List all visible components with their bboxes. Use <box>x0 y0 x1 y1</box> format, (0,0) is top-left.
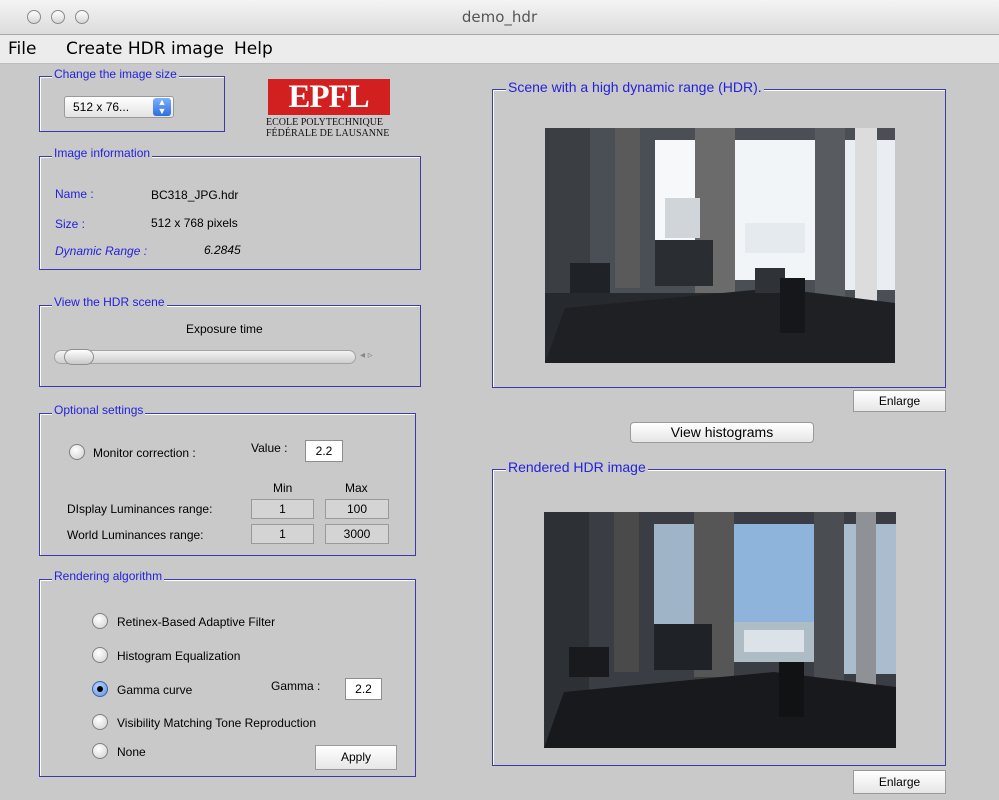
min-column-label: Min <box>273 481 293 495</box>
hdr-view-legend: View the HDR scene <box>52 295 167 309</box>
logo-line-1: ECOLE POLYTECHNIQUE <box>266 117 384 128</box>
exposure-label: Exposure time <box>186 322 263 336</box>
enlarge-rendered-button[interactable]: Enlarge <box>853 770 946 794</box>
image-info-legend: Image information <box>52 146 153 160</box>
hdr-scene-legend: Scene with a high dynamic range (HDR). <box>506 79 764 95</box>
menu-create-hdr[interactable]: Create HDR image <box>66 39 224 59</box>
select-arrows-icon: ▲ ▼ <box>153 98 171 116</box>
slider-step-arrows-icon[interactable]: ◂ ▹ <box>360 350 373 361</box>
image-size-selected: 512 x 76... <box>73 100 130 114</box>
view-histograms-button[interactable]: View histograms <box>630 422 814 443</box>
enlarge-hdr-button[interactable]: Enlarge <box>853 390 946 412</box>
logo-line-2: FÉDÉRALE DE LAUSANNE <box>266 128 390 139</box>
hdr-view-panel <box>39 305 421 387</box>
window-title: demo_hdr <box>461 8 538 26</box>
epfl-logo: EPFL ECOLE POLYTECHNIQUE FÉDÉRALE DE LAU… <box>266 77 391 139</box>
monitor-correction-label: Monitor correction : <box>93 446 196 460</box>
option-gamma-label: Gamma curve <box>117 683 193 697</box>
display-min-field[interactable]: 1 <box>251 499 314 519</box>
radio-visibility-matching[interactable] <box>92 714 108 730</box>
dynamic-range-value: 6.2845 <box>204 243 241 257</box>
optional-settings-legend: Optional settings <box>52 403 146 417</box>
size-label: Size : <box>55 217 86 231</box>
max-column-label: Max <box>345 481 368 495</box>
radio-none[interactable] <box>92 743 108 759</box>
image-size-legend: Change the image size <box>52 67 179 81</box>
rendering-legend: Rendering algorithm <box>52 569 165 583</box>
name-label: Name : <box>55 187 94 201</box>
office-scene-rendered-picture <box>544 512 896 748</box>
office-scene-hdr-picture <box>545 128 895 363</box>
option-retinex-label: Retinex-Based Adaptive Filter <box>117 615 276 629</box>
rendered-image <box>544 512 896 748</box>
size-value: 512 x 768 pixels <box>151 216 238 230</box>
image-size-select[interactable]: 512 x 76... ▲ ▼ <box>64 96 174 118</box>
monitor-correction-radio[interactable] <box>69 444 85 460</box>
display-max-field[interactable]: 100 <box>325 499 389 519</box>
world-min-field[interactable]: 1 <box>251 524 314 544</box>
menu-help[interactable]: Help <box>234 39 273 59</box>
option-none-label: None <box>117 745 146 759</box>
hdr-scene-image <box>545 128 895 363</box>
radio-retinex[interactable] <box>92 613 108 629</box>
apply-button[interactable]: Apply <box>315 745 397 770</box>
menu-file[interactable]: File <box>8 39 36 59</box>
radio-gamma-curve[interactable] <box>92 681 108 697</box>
gamma-input[interactable]: 2.2 <box>345 678 382 700</box>
name-value: BC318_JPG.hdr <box>151 188 239 202</box>
option-histogram-label: Histogram Equalization <box>117 649 241 663</box>
rendered-legend: Rendered HDR image <box>506 459 648 475</box>
dynamic-range-label: Dynamic Range : <box>55 244 148 258</box>
exposure-slider[interactable]: ◂ ▹ <box>54 348 398 366</box>
display-luminance-label: DIsplay Luminances range: <box>67 502 213 516</box>
monitor-value-input[interactable]: 2.2 <box>305 440 343 462</box>
world-max-field[interactable]: 3000 <box>325 524 389 544</box>
slider-thumb[interactable] <box>64 349 94 365</box>
value-label: Value : <box>251 441 288 455</box>
logo-text: EPFL <box>288 79 369 115</box>
option-visibility-label: Visibility Matching Tone Reproduction <box>117 716 317 730</box>
world-luminance-label: World Luminances range: <box>67 528 204 542</box>
menu-bar: File Create HDR image Help <box>0 35 999 64</box>
radio-histogram-equalization[interactable] <box>92 647 108 663</box>
slider-track[interactable] <box>54 350 356 364</box>
gamma-label: Gamma : <box>271 679 321 693</box>
title-bar: demo_hdr <box>0 0 999 35</box>
